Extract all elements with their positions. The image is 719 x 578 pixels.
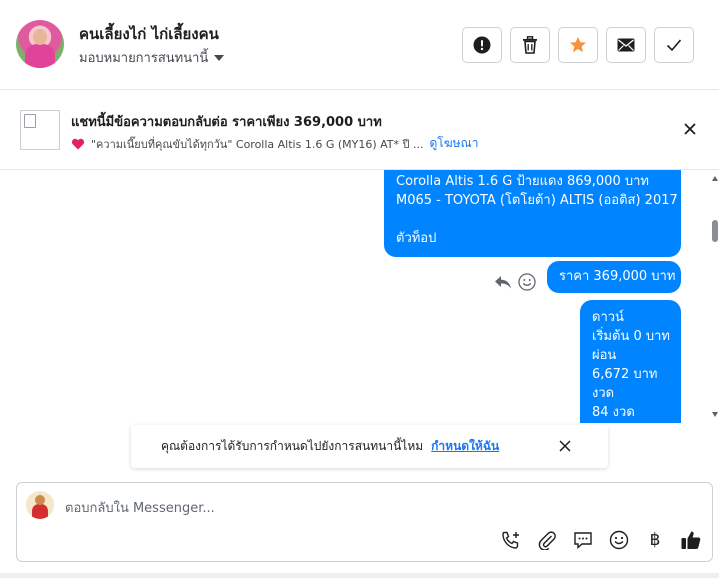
- scroll-up-arrow-icon[interactable]: [712, 176, 718, 181]
- assign-prompt-text: คุณต้องการได้รับการกำหนดไปยังการสนทนานี้…: [161, 439, 424, 453]
- smiley-react-icon[interactable]: [518, 273, 536, 291]
- attach-button[interactable]: [536, 529, 558, 551]
- emoji-icon: [609, 530, 629, 550]
- message-line: [396, 210, 669, 229]
- assign-to-me-link[interactable]: กำหนดให้ฉัน: [431, 437, 499, 456]
- assign-to-me-prompt: คุณต้องการได้รับการกำหนดไปยังการสนทนานี้…: [131, 425, 608, 468]
- window-bottom-edge: [0, 573, 719, 578]
- message-bubble[interactable]: ราคา 369,000 บาท: [547, 261, 681, 293]
- paperclip-icon: [538, 531, 556, 550]
- message-line: ตัวท็อป: [396, 231, 437, 246]
- message-bubble[interactable]: Corolla Altis 1.6 G ป้ายแดง 869,000 บาท …: [384, 170, 681, 257]
- message-line: 6,672 บาท: [592, 367, 658, 382]
- contact-avatar[interactable]: [16, 20, 64, 68]
- trash-icon: [523, 36, 537, 54]
- ad-context-banner: แชทนี้มีข้อความตอบกลับต่อ ราคาเพียง 369,…: [0, 90, 719, 170]
- ad-description-row: "ความเนี๊ยบที่คุณขับได้ทุกวัน" Corolla A…: [71, 134, 478, 153]
- heart-icon: [71, 138, 85, 149]
- star-button[interactable]: [558, 27, 598, 63]
- message-thread[interactable]: Corolla Altis 1.6 G ป้ายแดง 869,000 บาท …: [0, 170, 719, 423]
- message-bubble[interactable]: ดาวน์ เริ่มต้น 0 บาท ผ่อน 6,672 บาท งวด …: [580, 300, 681, 423]
- mark-unread-button[interactable]: [606, 27, 646, 63]
- message-line: งวด: [592, 386, 615, 401]
- star-icon: [569, 36, 587, 53]
- delete-button[interactable]: [510, 27, 550, 63]
- message-actions: [494, 273, 536, 291]
- message-line: ผ่อน: [592, 348, 617, 363]
- close-icon[interactable]: [558, 439, 572, 453]
- page-avatar: [26, 491, 54, 519]
- message-line: เริ่มต้น 0 บาท: [592, 329, 670, 344]
- phone-plus-icon: [502, 531, 519, 549]
- message-line: Corolla Altis 1.6 G ป้ายแดง 869,000 บาท: [396, 174, 649, 189]
- checkmark-icon: [666, 39, 682, 52]
- thread-scrollbar[interactable]: [711, 170, 719, 423]
- scroll-down-arrow-icon[interactable]: [712, 412, 718, 417]
- assign-conversation-dropdown[interactable]: มอบหมายการสนทนานี้: [79, 47, 225, 68]
- assign-label: มอบหมายการสนทนานี้: [79, 51, 209, 66]
- scroll-thumb[interactable]: [712, 220, 718, 242]
- composer-toolbar: ฿: [500, 529, 702, 551]
- reply-input[interactable]: ตอบกลับใน Messenger...: [65, 497, 215, 518]
- add-call-button[interactable]: [500, 529, 522, 551]
- message-line: 84 งวด: [592, 405, 635, 420]
- thumbs-up-icon: [681, 531, 701, 549]
- emoji-button[interactable]: [608, 529, 630, 551]
- conversation-header: คนเลี้ยงไก่ ไก่เลี้ยงคน มอบหมายการสนทนาน…: [0, 0, 719, 90]
- view-ad-link[interactable]: ดูโฆษณา: [430, 134, 479, 153]
- reply-icon[interactable]: [494, 274, 512, 290]
- messenger-conversation-panel: คนเลี้ยงไก่ ไก่เลี้ยงคน มอบหมายการสนทนาน…: [0, 0, 719, 578]
- close-icon[interactable]: [681, 120, 699, 138]
- message-line: M065 - TOYOTA (โตโยต้า) ALTIS (ออติส) 20…: [396, 193, 678, 208]
- ad-thumbnail[interactable]: [20, 110, 60, 150]
- ad-description: "ความเนี๊ยบที่คุณขับได้ทุกวัน" Corolla A…: [91, 137, 424, 151]
- ad-title: แชทนี้มีข้อความตอบกลับต่อ ราคาเพียง 369,…: [71, 115, 382, 130]
- caret-down-icon: [214, 54, 225, 61]
- reply-composer: ตอบกลับใน Messenger... ฿: [16, 482, 713, 562]
- contact-name[interactable]: คนเลี้ยงไก่ ไก่เลี้ยงคน: [79, 22, 219, 46]
- mark-spam-button[interactable]: [462, 27, 502, 63]
- saved-replies-button[interactable]: [572, 529, 594, 551]
- envelope-icon: [617, 38, 635, 52]
- message-line: ดาวน์: [592, 310, 624, 325]
- exclamation-circle-icon: [473, 36, 491, 54]
- like-button[interactable]: [680, 529, 702, 551]
- mark-done-button[interactable]: [654, 27, 694, 63]
- speech-bubble-icon: [574, 532, 592, 550]
- message-line: ราคา 369,000 บาท: [559, 269, 676, 284]
- payment-button[interactable]: ฿: [644, 529, 666, 551]
